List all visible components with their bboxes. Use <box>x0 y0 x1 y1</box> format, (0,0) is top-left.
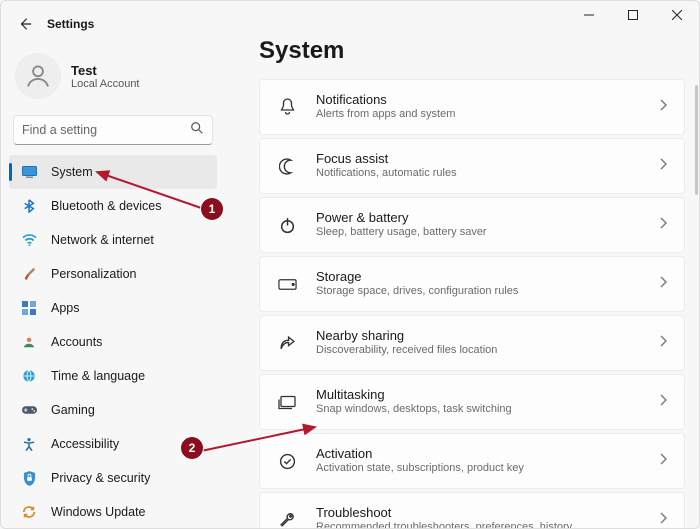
sidebar-item-gaming[interactable]: Gaming <box>9 393 217 427</box>
minimize-button[interactable] <box>567 1 611 29</box>
apps-icon <box>21 300 37 316</box>
sidebar-item-windows-update[interactable]: Windows Update <box>9 495 217 529</box>
account-block[interactable]: Test Local Account <box>9 43 217 113</box>
multitask-icon <box>276 395 298 410</box>
storage-icon <box>276 278 298 291</box>
card-subtitle: Storage space, drives, configuration rul… <box>316 285 660 299</box>
card-power-battery[interactable]: Power & batterySleep, battery usage, bat… <box>259 197 685 253</box>
shield-icon <box>21 470 37 486</box>
card-subtitle: Sleep, battery usage, battery saver <box>316 226 660 240</box>
card-troubleshoot[interactable]: TroubleshootRecommended troubleshooters,… <box>259 492 685 528</box>
settings-list: NotificationsAlerts from apps and system… <box>259 79 685 528</box>
account-name: Test <box>71 63 140 78</box>
card-storage[interactable]: StorageStorage space, drives, configurat… <box>259 256 685 312</box>
bell-icon <box>276 98 298 116</box>
card-multitasking[interactable]: MultitaskingSnap windows, desktops, task… <box>259 374 685 430</box>
check-badge-icon <box>276 453 298 470</box>
sidebar-item-network[interactable]: Network & internet <box>9 223 217 257</box>
app-title: Settings <box>47 17 94 31</box>
annotation-marker-1: 1 <box>201 198 223 220</box>
wrench-icon <box>276 512 298 529</box>
sidebar-item-label: System <box>51 165 93 179</box>
chevron-right-icon <box>660 275 668 293</box>
card-activation[interactable]: ActivationActivation state, subscription… <box>259 433 685 489</box>
sidebar-item-apps[interactable]: Apps <box>9 291 217 325</box>
sidebar-item-label: Accessibility <box>51 437 119 451</box>
card-nearby-sharing[interactable]: Nearby sharingDiscoverability, received … <box>259 315 685 371</box>
chevron-right-icon <box>660 98 668 116</box>
chevron-right-icon <box>660 216 668 234</box>
sidebar-item-label: Time & language <box>51 369 145 383</box>
sidebar-item-label: Gaming <box>51 403 95 417</box>
power-icon <box>276 217 298 234</box>
sidebar-item-label: Personalization <box>51 267 136 281</box>
settings-window: Settings Test Local Account <box>0 0 700 529</box>
system-icon <box>21 164 37 180</box>
scrollbar-thumb[interactable] <box>695 85 698 195</box>
card-subtitle: Recommended troubleshooters, preferences… <box>316 521 660 528</box>
sidebar-item-label: Apps <box>51 301 80 315</box>
page-title: System <box>259 37 685 65</box>
sidebar-item-personalization[interactable]: Personalization <box>9 257 217 291</box>
account-type: Local Account <box>71 78 140 90</box>
close-button[interactable] <box>655 1 699 29</box>
card-title: Storage <box>316 269 660 285</box>
avatar <box>15 53 61 99</box>
chevron-right-icon <box>660 511 668 528</box>
chevron-right-icon <box>660 393 668 411</box>
card-subtitle: Alerts from apps and system <box>316 108 660 122</box>
bluetooth-icon <box>21 198 37 214</box>
sidebar-item-system[interactable]: System <box>9 155 217 189</box>
globe-icon <box>21 368 37 384</box>
card-subtitle: Notifications, automatic rules <box>316 167 660 181</box>
sidebar-item-label: Accounts <box>51 335 102 349</box>
card-title: Nearby sharing <box>316 328 660 344</box>
card-notifications[interactable]: NotificationsAlerts from apps and system <box>259 79 685 135</box>
sidebar-item-label: Bluetooth & devices <box>51 199 162 213</box>
moon-icon <box>276 158 298 175</box>
search-box[interactable] <box>13 115 213 145</box>
card-title: Focus assist <box>316 151 660 167</box>
sidebar-item-label: Network & internet <box>51 233 154 247</box>
card-title: Multitasking <box>316 387 660 403</box>
accounts-icon <box>21 334 37 350</box>
update-icon <box>21 504 37 520</box>
card-subtitle: Activation state, subscriptions, product… <box>316 462 660 476</box>
card-title: Notifications <box>316 92 660 108</box>
card-title: Troubleshoot <box>316 505 660 521</box>
chevron-right-icon <box>660 452 668 470</box>
share-icon <box>276 335 298 352</box>
card-focus-assist[interactable]: Focus assistNotifications, automatic rul… <box>259 138 685 194</box>
gaming-icon <box>21 402 37 418</box>
chevron-right-icon <box>660 157 668 175</box>
search-icon <box>190 121 204 140</box>
card-subtitle: Discoverability, received files location <box>316 344 660 358</box>
chevron-right-icon <box>660 334 668 352</box>
sidebar-item-label: Windows Update <box>51 505 146 519</box>
brush-icon <box>21 266 37 282</box>
wifi-icon <box>21 232 37 248</box>
back-button[interactable] <box>15 14 35 34</box>
sidebar-item-accounts[interactable]: Accounts <box>9 325 217 359</box>
maximize-button[interactable] <box>611 1 655 29</box>
annotation-marker-2: 2 <box>181 437 203 459</box>
sidebar-item-bluetooth[interactable]: Bluetooth & devices <box>9 189 217 223</box>
accessibility-icon <box>21 436 37 452</box>
sidebar-item-privacy[interactable]: Privacy & security <box>9 461 217 495</box>
search-input[interactable] <box>22 123 190 137</box>
sidebar-item-time-language[interactable]: Time & language <box>9 359 217 393</box>
card-title: Power & battery <box>316 210 660 226</box>
card-title: Activation <box>316 446 660 462</box>
main-content: System NotificationsAlerts from apps and… <box>223 35 699 528</box>
card-subtitle: Snap windows, desktops, task switching <box>316 403 660 417</box>
sidebar-item-label: Privacy & security <box>51 471 150 485</box>
nav-list: System Bluetooth & devices Network & int… <box>9 155 217 529</box>
